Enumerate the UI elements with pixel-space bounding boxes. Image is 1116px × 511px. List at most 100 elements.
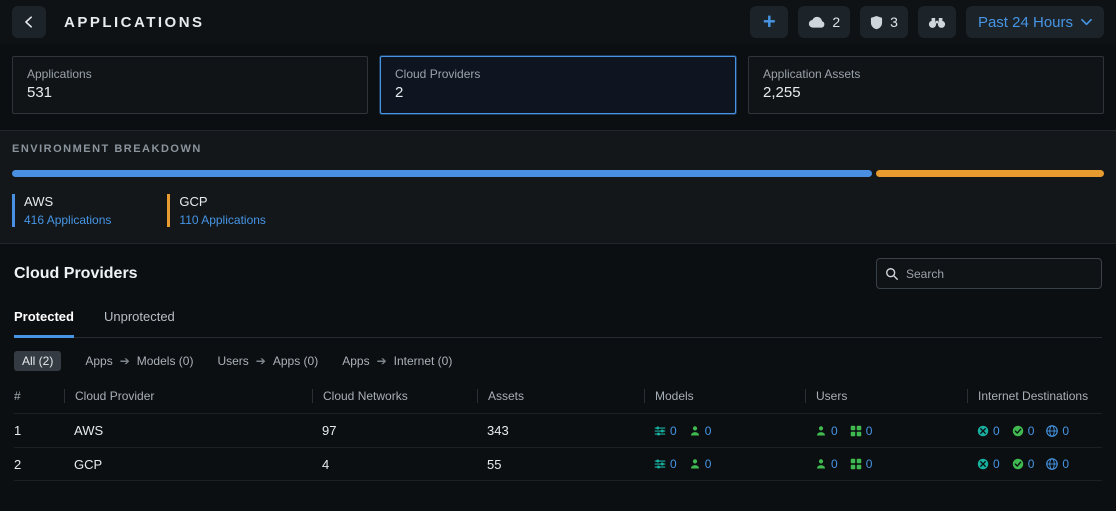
blocked-circle-icon — [977, 425, 989, 437]
protection-tabs: Protected Unprotected — [14, 309, 1102, 338]
model-icon — [654, 458, 666, 470]
user-count[interactable]: 0 — [815, 457, 838, 471]
filter-all[interactable]: All (2) — [14, 351, 61, 371]
blocked-circle-icon — [977, 458, 989, 470]
model-count-value: 0 — [670, 457, 677, 471]
cell-internet-destinations: 0 0 0 — [967, 424, 1102, 438]
cell-networks: 97 — [312, 423, 477, 438]
globe-icon — [1046, 425, 1058, 437]
allowed-count-value: 0 — [1028, 424, 1035, 438]
filter-apps-internet[interactable]: Apps ➔ Internet (0) — [342, 354, 452, 368]
blocked-count-value: 0 — [993, 424, 1000, 438]
stat-cards-row: Applications 531 Cloud Providers 2 Appli… — [0, 44, 1116, 128]
binoculars-icon — [928, 16, 946, 29]
search-box[interactable] — [876, 258, 1102, 289]
discover-button[interactable] — [918, 6, 956, 38]
cell-models: 0 0 — [644, 457, 805, 471]
filter-right-label: Apps (0) — [273, 354, 318, 368]
cloud-icon — [808, 16, 825, 29]
user-app-count[interactable]: 0 — [850, 457, 873, 471]
legend-count-link[interactable]: 416 Applications — [24, 213, 111, 227]
stat-card-cloud-providers[interactable]: Cloud Providers 2 — [380, 56, 736, 114]
app-count[interactable]: 0 — [689, 424, 712, 438]
section-title: Cloud Providers — [14, 265, 138, 283]
blocked-destination-count[interactable]: 0 — [977, 457, 1000, 471]
app-count[interactable]: 0 — [689, 457, 712, 471]
col-num: # — [14, 389, 64, 403]
app-icon — [689, 458, 701, 470]
filter-right-label: Models (0) — [137, 354, 194, 368]
model-icon — [654, 425, 666, 437]
check-circle-icon — [1012, 425, 1024, 437]
allowed-destination-count[interactable]: 0 — [1012, 457, 1035, 471]
environment-bar-segment-aws[interactable] — [12, 170, 872, 177]
cell-models: 0 0 — [644, 424, 805, 438]
environment-breakdown-section: ENVIRONMENT BREAKDOWN AWS 416 Applicatio… — [0, 130, 1116, 244]
filter-apps-models[interactable]: Apps ➔ Models (0) — [85, 354, 193, 368]
stat-card-label: Cloud Providers — [395, 67, 721, 81]
blocked-count-value: 0 — [993, 457, 1000, 471]
shield-count-button[interactable]: 3 — [860, 6, 908, 38]
filter-users-apps[interactable]: Users ➔ Apps (0) — [217, 354, 318, 368]
allowed-count-value: 0 — [1028, 457, 1035, 471]
col-assets: Assets — [477, 389, 644, 403]
table-row[interactable]: 1 AWS 97 343 0 0 0 — [14, 413, 1102, 447]
stat-card-applications[interactable]: Applications 531 — [12, 56, 368, 114]
internet-destination-count[interactable]: 0 — [1046, 457, 1069, 471]
col-users: Users — [805, 389, 967, 403]
filter-row: All (2) Apps ➔ Models (0) Users ➔ Apps (… — [14, 351, 1102, 371]
page-title: APPLICATIONS — [64, 14, 205, 31]
user-count[interactable]: 0 — [815, 424, 838, 438]
legend-name: GCP — [179, 194, 266, 209]
col-internet-destinations: Internet Destinations — [967, 389, 1102, 403]
environment-bar-segment-gcp[interactable] — [876, 170, 1104, 177]
legend-count-link[interactable]: 110 Applications — [179, 213, 266, 227]
cell-networks: 4 — [312, 457, 477, 472]
check-circle-icon — [1012, 458, 1024, 470]
model-count[interactable]: 0 — [654, 457, 677, 471]
tab-protected[interactable]: Protected — [14, 309, 74, 338]
globe-icon — [1046, 458, 1058, 470]
back-button[interactable] — [12, 6, 46, 38]
cell-provider: AWS — [64, 423, 312, 438]
table-header: # Cloud Provider Cloud Networks Assets M… — [14, 387, 1102, 413]
user-app-count-value: 0 — [866, 424, 873, 438]
filter-left-label: Apps — [342, 354, 369, 368]
filter-left-label: Users — [217, 354, 248, 368]
filter-left-label: Apps — [85, 354, 112, 368]
table-row[interactable]: 2 GCP 4 55 0 0 0 — [14, 447, 1102, 481]
cell-num: 1 — [14, 423, 64, 438]
stat-card-application-assets[interactable]: Application Assets 2,255 — [748, 56, 1104, 114]
stat-card-value: 2 — [395, 84, 721, 101]
add-button[interactable]: + — [750, 6, 788, 38]
top-bar: APPLICATIONS + 2 3 Past 24 Hours — [0, 0, 1116, 44]
cell-users: 0 0 — [805, 424, 967, 438]
internet-destination-count[interactable]: 0 — [1046, 424, 1069, 438]
cloud-count-button[interactable]: 2 — [798, 6, 850, 38]
time-range-dropdown[interactable]: Past 24 Hours — [966, 6, 1104, 38]
model-count[interactable]: 0 — [654, 424, 677, 438]
tab-unprotected[interactable]: Unprotected — [104, 309, 175, 337]
cell-internet-destinations: 0 0 0 — [967, 457, 1102, 471]
arrow-right-icon: ➔ — [120, 354, 130, 368]
legend-item-aws[interactable]: AWS 416 Applications — [12, 194, 111, 227]
internet-count-value: 0 — [1062, 457, 1069, 471]
search-input[interactable] — [906, 267, 1093, 281]
shield-icon — [870, 15, 883, 30]
user-count-value: 0 — [831, 424, 838, 438]
cell-provider: GCP — [64, 457, 312, 472]
legend-item-gcp[interactable]: GCP 110 Applications — [167, 194, 266, 227]
cell-assets: 55 — [477, 457, 644, 472]
col-cloud-provider: Cloud Provider — [64, 389, 312, 403]
filter-all-pill: All (2) — [14, 351, 61, 371]
stat-card-value: 2,255 — [763, 84, 1089, 101]
user-count-value: 0 — [831, 457, 838, 471]
user-app-count[interactable]: 0 — [850, 424, 873, 438]
grid-icon — [850, 458, 862, 470]
blocked-destination-count[interactable]: 0 — [977, 424, 1000, 438]
cell-num: 2 — [14, 457, 64, 472]
model-count-value: 0 — [670, 424, 677, 438]
cell-users: 0 0 — [805, 457, 967, 471]
shield-count: 3 — [890, 14, 898, 30]
allowed-destination-count[interactable]: 0 — [1012, 424, 1035, 438]
